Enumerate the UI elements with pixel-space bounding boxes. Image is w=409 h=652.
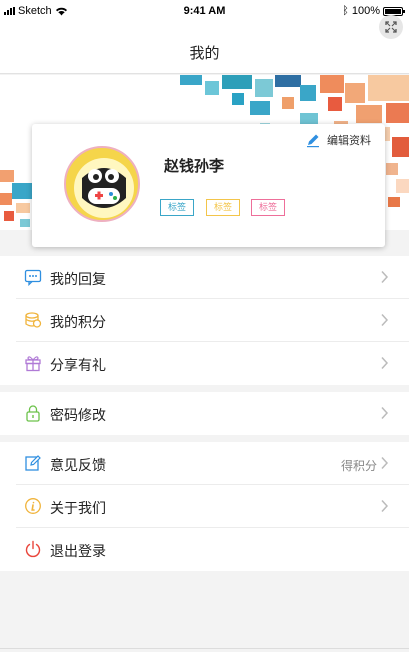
gift-icon — [25, 356, 41, 372]
info-icon — [25, 498, 41, 514]
menu-item-about-us[interactable]: 关于我们 — [0, 485, 409, 528]
menu-group-2: 密码修改 — [0, 392, 409, 435]
power-icon — [25, 540, 41, 558]
status-bar: Sketch 9:41 AM ᛒ 100% — [0, 0, 409, 22]
feedback-edit-icon — [25, 455, 41, 471]
menu-item-logout[interactable]: 退出登录 — [0, 528, 409, 571]
menu-item-my-replies[interactable]: 我的回复 — [0, 256, 409, 299]
user-name: 赵钱孙李 — [164, 158, 225, 175]
menu-label: 我的回复 — [50, 271, 106, 287]
menu-item-change-password[interactable]: 密码修改 — [0, 392, 409, 435]
expand-icon[interactable] — [379, 15, 403, 39]
tag-3: 标签 — [251, 199, 285, 216]
coins-icon — [25, 312, 42, 328]
profile-card: 赵钱孙李 标签 标签 标签 编辑资料 — [32, 124, 385, 247]
chevron-right-icon — [381, 406, 389, 420]
tag-1: 标签 — [160, 199, 194, 216]
message-icon — [24, 269, 42, 286]
menu-label: 关于我们 — [50, 500, 106, 516]
edit-profile-button[interactable]: 编辑资料 — [305, 132, 371, 148]
battery-icon — [383, 6, 405, 16]
menu-label: 分享有礼 — [50, 357, 106, 373]
chevron-right-icon — [381, 313, 389, 327]
page-title: 我的 — [189, 45, 220, 62]
menu-label: 退出登录 — [50, 543, 106, 559]
menu-item-feedback[interactable]: 意见反馈 得积分 — [0, 442, 409, 485]
avatar[interactable] — [64, 146, 140, 222]
bottom-divider — [0, 648, 409, 649]
chevron-right-icon — [381, 499, 389, 513]
menu-label: 我的积分 — [50, 314, 106, 330]
chevron-right-icon — [381, 270, 389, 284]
menu-label: 意见反馈 — [50, 457, 106, 473]
pencil-icon — [307, 134, 319, 148]
bluetooth-icon: ᛒ — [342, 5, 349, 17]
chevron-right-icon — [381, 456, 389, 470]
edit-profile-label: 编辑资料 — [327, 135, 371, 147]
avatar-mascot-icon — [74, 158, 134, 218]
battery-label: 100% — [351, 5, 380, 17]
lock-icon — [26, 405, 40, 422]
chevron-right-icon — [381, 356, 389, 370]
menu-label: 密码修改 — [50, 407, 106, 423]
menu-item-share-gift[interactable]: 分享有礼 — [0, 342, 409, 385]
tag-2: 标签 — [206, 199, 240, 216]
menu-group-1: 我的回复 我的积分 分享有礼 — [0, 256, 409, 385]
menu-group-3: 意见反馈 得积分 关于我们 退出登录 — [0, 442, 409, 571]
menu-item-my-points[interactable]: 我的积分 — [0, 299, 409, 342]
nav-bar: 我的 — [0, 15, 409, 74]
earn-points-hint: 得积分 — [340, 459, 377, 473]
